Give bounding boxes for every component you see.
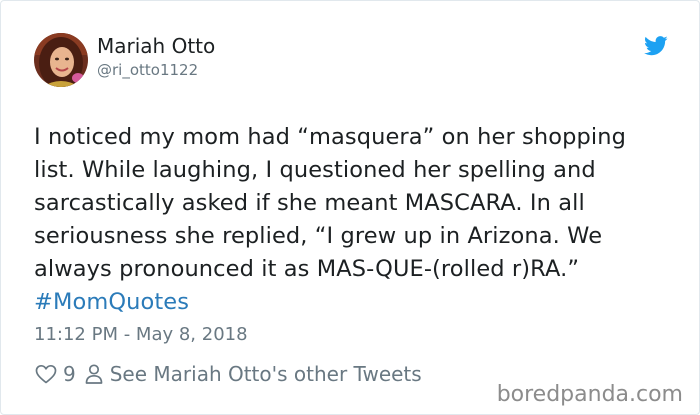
person-icon[interactable] xyxy=(84,362,104,386)
tweet-actions: 9 See Mariah Otto's other Tweets xyxy=(34,360,422,388)
author-handle[interactable]: @ri_otto1122 xyxy=(97,61,198,79)
heart-icon[interactable] xyxy=(34,362,58,386)
tweet-text-line: seriousness she replied, “I grew up in A… xyxy=(34,223,603,249)
tweet-body: I noticed my mom had “masquera” on her s… xyxy=(34,121,684,319)
tweet-text-line: sarcastically asked if she meant MASCARA… xyxy=(34,190,585,216)
tweet-card: Mariah Otto @ri_otto1122 I noticed my mo… xyxy=(0,0,700,415)
tweet-text-line: I noticed my mom had “masquera” on her s… xyxy=(34,124,626,150)
tweet-text-line: list. While laughing, I questioned her s… xyxy=(34,157,596,183)
like-count[interactable]: 9 xyxy=(63,362,76,386)
tweet-text-line: always pronounced it as MAS-QUE-(rolled … xyxy=(34,256,580,282)
tweet-timestamp[interactable]: 11:12 PM - May 8, 2018 xyxy=(34,324,248,346)
author-display-name[interactable]: Mariah Otto xyxy=(97,35,215,57)
hashtag-link[interactable]: #MomQuotes xyxy=(34,286,684,319)
see-other-tweets-link[interactable]: See Mariah Otto's other Tweets xyxy=(110,362,422,386)
author-avatar[interactable] xyxy=(34,33,88,87)
watermark-text: boredpanda.com xyxy=(496,382,683,407)
twitter-bird-icon[interactable] xyxy=(644,35,668,57)
avatar-image xyxy=(34,33,88,87)
